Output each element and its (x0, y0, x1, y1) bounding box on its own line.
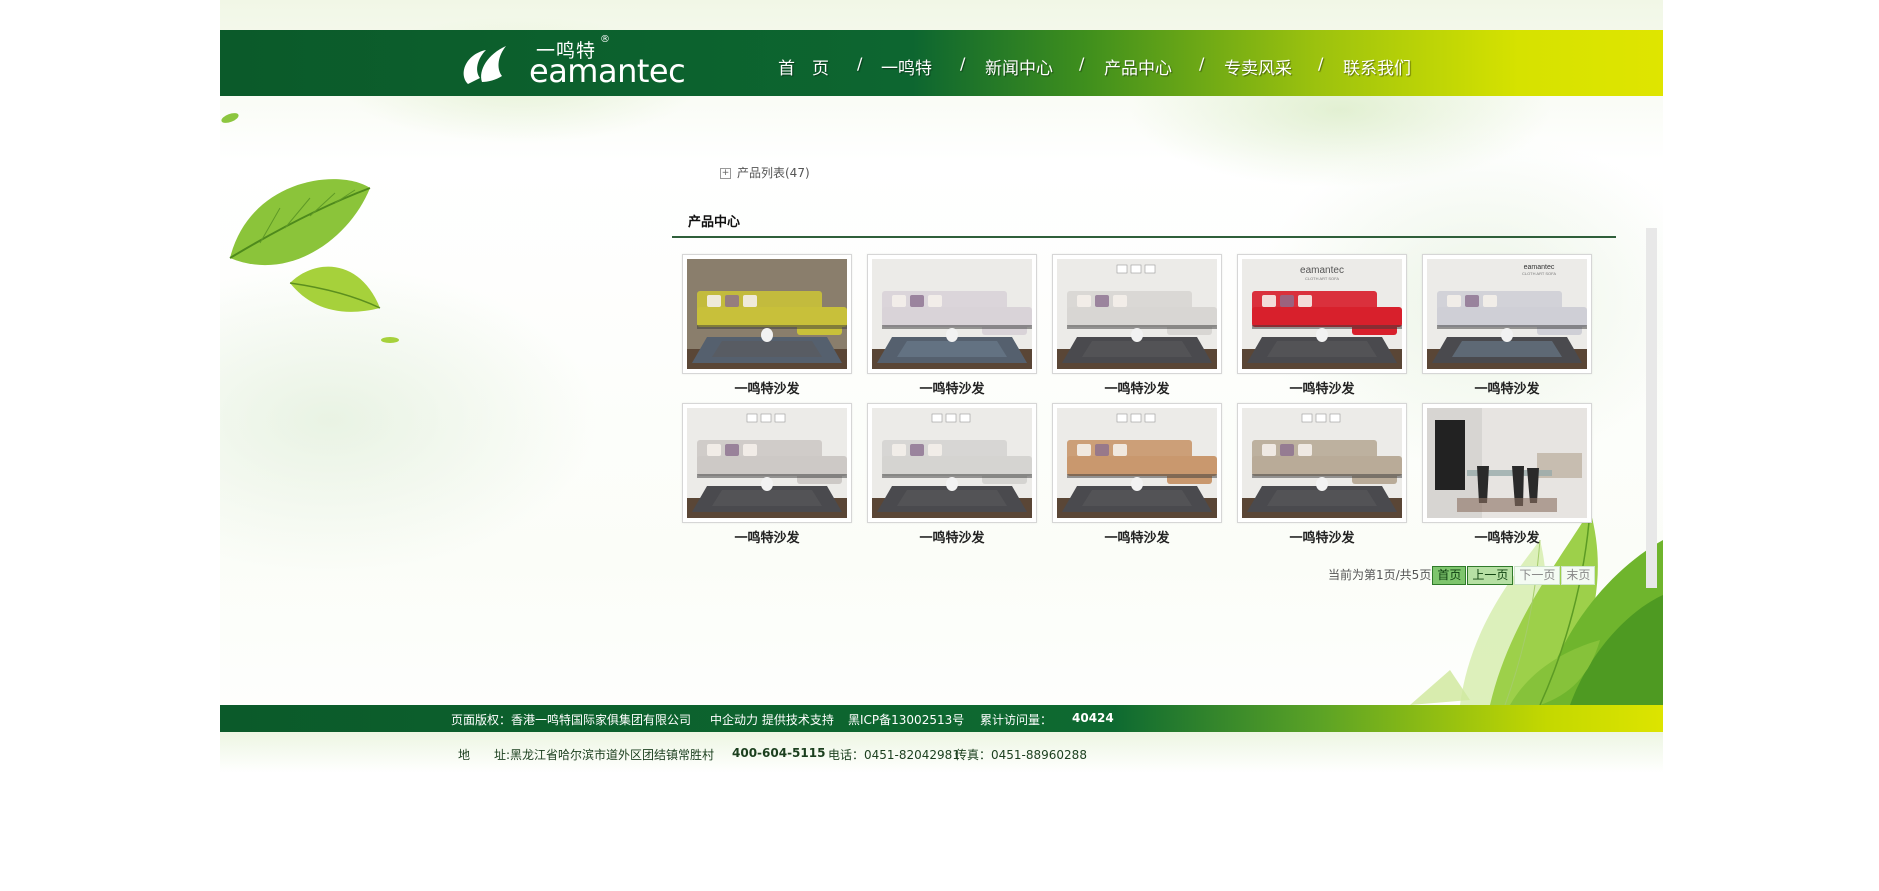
product-card[interactable]: 一鸣特沙发 (682, 403, 852, 546)
nav-stores[interactable]: 专卖风采 (1224, 54, 1292, 79)
product-caption[interactable]: 一鸣特沙发 (1237, 378, 1407, 397)
product-caption[interactable]: 一鸣特沙发 (682, 527, 852, 546)
product-image (1057, 259, 1217, 369)
product-caption[interactable]: 一鸣特沙发 (867, 378, 1037, 397)
footer-phone: 电话：0451-82042981 (828, 748, 960, 762)
product-image: eamantecCLOTH ART SOFA (1427, 259, 1587, 369)
nav-separator: / (1079, 54, 1085, 73)
footer-icp[interactable]: 黑ICP备13002513号 (848, 711, 964, 728)
product-card[interactable]: 一鸣特沙发 (1237, 403, 1407, 546)
next-page-button[interactable]: 下一页 (1514, 566, 1561, 585)
product-image (872, 259, 1032, 369)
product-caption[interactable]: 一鸣特沙发 (867, 527, 1037, 546)
product-image (1427, 408, 1587, 518)
product-card[interactable]: 一鸣特沙发 (1052, 403, 1222, 546)
product-card[interactable]: 一鸣特沙发 (1052, 254, 1222, 397)
leaf-decoration-left (221, 113, 399, 343)
product-card[interactable]: 一鸣特沙发 (682, 254, 852, 397)
page: 一鸣特 ® eamantec 首 页 / 一鸣特 / 新闻中心 / 产品中心 /… (0, 0, 1879, 891)
footer-visits-count: 40424 (1072, 711, 1114, 725)
last-page-button[interactable]: 末页 (1561, 566, 1596, 585)
logo-english-text: eamantec (529, 52, 686, 90)
product-thumbnail[interactable] (1237, 403, 1407, 523)
section-title: 产品中心 (688, 215, 741, 230)
nav-news[interactable]: 新闻中心 (985, 54, 1053, 79)
footer-fax: 传真：0451-88960288 (955, 748, 1087, 762)
scrollbar-track[interactable] (1646, 228, 1657, 588)
nav-contact[interactable]: 联系我们 (1343, 54, 1411, 79)
nav-products[interactable]: 产品中心 (1104, 54, 1172, 79)
product-card[interactable]: 一鸣特沙发 (867, 403, 1037, 546)
header-bar (220, 30, 1663, 96)
product-image (687, 259, 847, 369)
product-image (872, 408, 1032, 518)
product-list-link[interactable]: + 产品列表(47) (720, 164, 810, 181)
product-caption[interactable]: 一鸣特沙发 (1422, 378, 1592, 397)
product-thumbnail[interactable] (682, 403, 852, 523)
product-card[interactable]: eamantec CLOTH ART SOFA 一鸣特沙发 (1237, 254, 1407, 397)
footer-copyright: 页面版权：香港一鸣特国际家俱集团有限公司 (451, 713, 692, 727)
product-caption[interactable]: 一鸣特沙发 (1052, 527, 1222, 546)
product-image (687, 408, 847, 518)
product-thumbnail[interactable] (682, 254, 852, 374)
site-background: 一鸣特 ® eamantec 首 页 / 一鸣特 / 新闻中心 / 产品中心 /… (220, 0, 1663, 780)
product-thumbnail[interactable] (1052, 403, 1222, 523)
product-thumbnail[interactable] (867, 403, 1037, 523)
product-caption[interactable]: 一鸣特沙发 (1052, 378, 1222, 397)
logo-icon (463, 46, 506, 84)
logo-registered-mark: ® (600, 34, 610, 45)
product-image (1057, 408, 1217, 518)
svg-text:eamantec: eamantec (1524, 264, 1555, 271)
nav-separator: / (1318, 54, 1324, 73)
product-card[interactable]: 一鸣特沙发 (867, 254, 1037, 397)
product-card[interactable]: 一鸣特沙发 (1422, 403, 1592, 546)
product-card[interactable]: eamantec CLOTH ART SOFA 一鸣特沙发 (1422, 254, 1592, 397)
footer-address: 地 址:黑龙江省哈尔滨市道外区团结镇常胜村 (458, 748, 715, 762)
product-caption[interactable]: 一鸣特沙发 (1422, 527, 1592, 546)
product-image (1242, 408, 1402, 518)
footer-tech-support[interactable]: 中企动力 提供技术支持 (710, 711, 834, 728)
prev-page-button[interactable]: 上一页 (1467, 566, 1514, 585)
product-caption[interactable]: 一鸣特沙发 (682, 378, 852, 397)
first-page-button[interactable]: 首页 (1432, 566, 1467, 585)
nav-about[interactable]: 一鸣特 (881, 54, 932, 79)
product-thumbnail[interactable] (1422, 403, 1592, 523)
nav-separator: / (857, 54, 863, 73)
footer-hotline: 400-604-5115 (732, 746, 825, 760)
expand-icon[interactable]: + (720, 168, 731, 179)
product-list-label: 产品列表(47) (737, 166, 810, 180)
pagination-status: 当前为第1页/共5页 (1328, 568, 1432, 582)
product-image: eamantecCLOTH ART SOFA (1242, 259, 1402, 369)
svg-text:eamantec: eamantec (1300, 265, 1344, 276)
product-thumbnail[interactable]: eamantec CLOTH ART SOFA (1422, 254, 1592, 374)
product-caption[interactable]: 一鸣特沙发 (1237, 527, 1407, 546)
product-thumbnail[interactable]: eamantec CLOTH ART SOFA (1237, 254, 1407, 374)
svg-text:CLOTH ART SOFA: CLOTH ART SOFA (1305, 276, 1339, 281)
footer-hotline-number: 400-604-5115 (732, 746, 826, 760)
section-divider (672, 236, 1616, 238)
nav-home[interactable]: 首 页 (778, 54, 829, 79)
pagination: 当前为第1页/共5页 首页 上一页 下一页 末页 (1328, 566, 1596, 585)
nav-separator: / (1199, 54, 1205, 73)
svg-text:CLOTH ART SOFA: CLOTH ART SOFA (1522, 271, 1556, 276)
footer-visits-label: 累计访问量： (980, 713, 1053, 727)
product-thumbnail[interactable] (1052, 254, 1222, 374)
nav-separator: / (960, 54, 966, 73)
product-thumbnail[interactable] (867, 254, 1037, 374)
